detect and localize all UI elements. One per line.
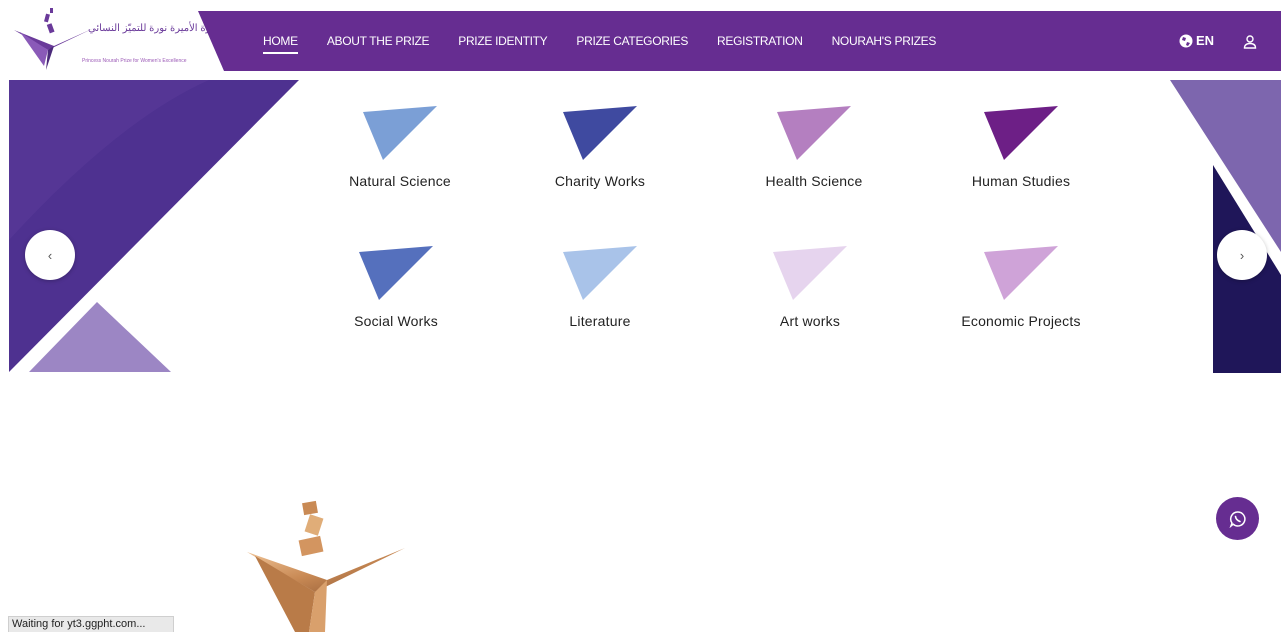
category-social-works[interactable]: Social Works [296, 246, 496, 329]
category-literature[interactable]: Literature [500, 246, 700, 329]
category-label: Literature [569, 313, 631, 329]
category-arrow-icon [359, 246, 433, 300]
carousel-next-button[interactable]: › [1217, 230, 1267, 280]
whatsapp-button[interactable] [1216, 497, 1259, 540]
category-arrow-icon [984, 246, 1058, 300]
category-economic-projects[interactable]: Economic Projects [921, 246, 1121, 329]
category-arrow-icon [363, 106, 437, 160]
carousel-prev-button[interactable]: ‹ [25, 230, 75, 280]
logo-arabic-text: جائزة الأميرة نورة للتميّز النسائي [88, 23, 224, 34]
user-icon[interactable] [1242, 34, 1258, 50]
site-header: جائزة الأميرة نورة للتميّز النسائي Princ… [0, 0, 1281, 78]
language-label: EN [1196, 33, 1215, 48]
hero-right-decoration [1170, 80, 1281, 373]
category-label: Charity Works [554, 173, 646, 189]
category-label: Art works [779, 313, 841, 329]
site-logo[interactable]: جائزة الأميرة نورة للتميّز النسائي Princ… [8, 6, 223, 72]
category-arrow-icon [563, 106, 637, 160]
whatsapp-icon [1229, 510, 1246, 528]
trophy-image [247, 500, 405, 632]
category-arrow-icon [773, 246, 847, 300]
category-art-works[interactable]: Art works [710, 246, 910, 329]
nav-prize-identity[interactable]: PRIZE IDENTITY [458, 34, 547, 48]
nav-prize-categories[interactable]: PRIZE CATEGORIES [576, 34, 688, 48]
category-arrow-icon [984, 106, 1058, 160]
category-label: Human Studies [971, 173, 1071, 189]
category-natural-science[interactable]: Natural Science [300, 106, 500, 189]
nav-home[interactable]: HOME [263, 34, 298, 54]
main-navigation: HOME ABOUT THE PRIZE PRIZE IDENTITY PRIZ… [263, 34, 937, 54]
category-arrow-icon [563, 246, 637, 300]
category-arrow-icon [777, 106, 851, 160]
logo-english-text: Princess Nourah Prize for Women's Excell… [82, 58, 187, 64]
language-switcher[interactable]: EN [1179, 33, 1214, 48]
category-health-science[interactable]: Health Science [714, 106, 914, 189]
nav-nourahs-prizes[interactable]: NOURAH'S PRIZES [832, 34, 937, 48]
nav-registration[interactable]: REGISTRATION [717, 34, 803, 48]
chevron-left-icon: ‹ [47, 247, 53, 263]
page: جائزة الأميرة نورة للتميّز النسائي Princ… [0, 0, 1281, 632]
chevron-right-icon: › [1239, 247, 1245, 263]
category-label: Economic Projects [961, 313, 1081, 329]
category-human-studies[interactable]: Human Studies [921, 106, 1121, 189]
category-charity-works[interactable]: Charity Works [500, 106, 700, 189]
category-label: Health Science [765, 173, 863, 189]
category-label: Natural Science [349, 173, 451, 189]
browser-status-bar: Waiting for yt3.ggpht.com... [8, 616, 175, 632]
category-label: Social Works [354, 313, 438, 329]
globe-icon [1179, 34, 1193, 47]
hero-left-decoration [9, 80, 299, 372]
nav-about-the-prize[interactable]: ABOUT THE PRIZE [327, 34, 430, 48]
